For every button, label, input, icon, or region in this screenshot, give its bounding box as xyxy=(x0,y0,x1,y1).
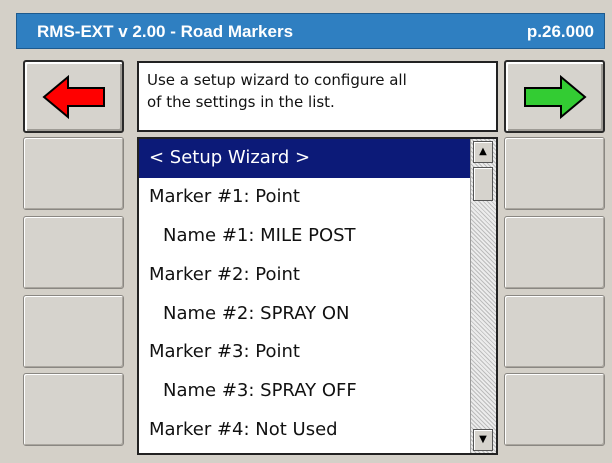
soft-button-left-3[interactable] xyxy=(23,295,124,368)
scrollbar-thumb[interactable] xyxy=(473,167,493,201)
scroll-down-button[interactable]: ▼ xyxy=(473,429,493,451)
list-item-name-1[interactable]: Name #1: MILE POST xyxy=(139,217,470,256)
soft-button-right-4[interactable] xyxy=(504,373,605,446)
soft-button-left-1[interactable] xyxy=(23,137,124,210)
soft-button-left-2[interactable] xyxy=(23,216,124,289)
list-scrollbar[interactable]: ▲ ▼ xyxy=(470,139,496,453)
app-title: RMS-EXT v 2.00 - Road Markers xyxy=(37,22,294,41)
description-line-1: Use a setup wizard to configure all xyxy=(147,71,407,89)
list-item-setup-wizard[interactable]: < Setup Wizard > xyxy=(139,139,470,178)
forward-button[interactable] xyxy=(504,60,605,133)
page-number: p.26.000 xyxy=(526,22,594,41)
scroll-up-button[interactable]: ▲ xyxy=(473,141,493,163)
list-item-name-2[interactable]: Name #2: SPRAY ON xyxy=(139,295,470,334)
list-item-marker-2[interactable]: Marker #2: Point xyxy=(139,256,470,295)
settings-list: < Setup Wizard > Marker #1: Point Name #… xyxy=(137,137,498,455)
soft-button-right-3[interactable] xyxy=(504,295,605,368)
app-window: RMS-EXT v 2.00 - Road Markers p.26.000 U… xyxy=(0,0,612,463)
soft-button-left-4[interactable] xyxy=(23,373,124,446)
description-box: Use a setup wizard to configure all of t… xyxy=(137,61,498,132)
soft-button-right-2[interactable] xyxy=(504,216,605,289)
list-item-marker-4[interactable]: Marker #4: Not Used xyxy=(139,411,470,450)
list-item-name-3[interactable]: Name #3: SPRAY OFF xyxy=(139,372,470,411)
settings-list-items: < Setup Wizard > Marker #1: Point Name #… xyxy=(139,139,470,453)
title-bar: RMS-EXT v 2.00 - Road Markers p.26.000 xyxy=(16,13,605,49)
right-arrow-icon xyxy=(523,74,587,119)
list-item-marker-3[interactable]: Marker #3: Point xyxy=(139,333,470,372)
left-arrow-icon xyxy=(41,74,105,119)
back-button[interactable] xyxy=(23,60,124,133)
description-line-2: of the settings in the list. xyxy=(147,93,335,111)
soft-button-right-1[interactable] xyxy=(504,137,605,210)
list-item-marker-1[interactable]: Marker #1: Point xyxy=(139,178,470,217)
